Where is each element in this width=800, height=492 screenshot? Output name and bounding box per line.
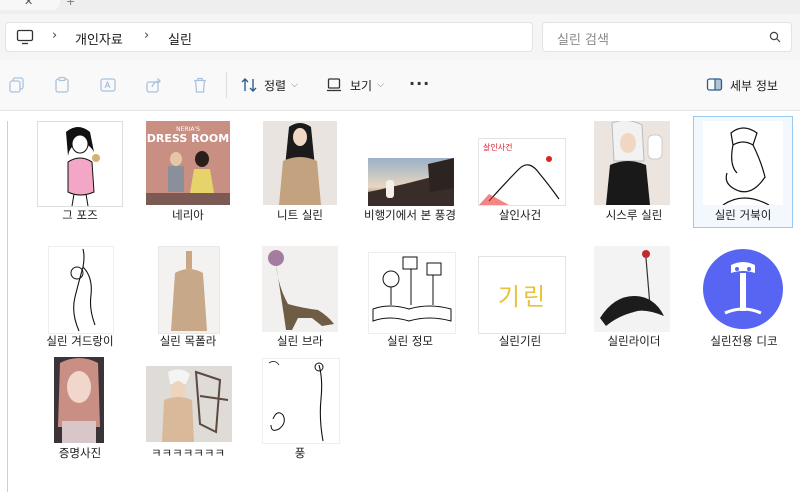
- file-name: 실린전용 디코: [710, 334, 778, 348]
- file-item[interactable]: 증명사진: [30, 357, 130, 465]
- file-item[interactable]: 비행기에서 본 풍경: [360, 116, 460, 241]
- thumbnail: [262, 246, 338, 332]
- chevron-down-icon: ⌵: [291, 80, 298, 90]
- file-name: 실린 거북이: [714, 208, 772, 222]
- file-item[interactable]: 시스루 실린: [584, 116, 684, 228]
- file-name: 증명사진: [58, 446, 102, 460]
- file-item[interactable]: 살인사건 살인사건: [470, 116, 570, 228]
- thumbnail: [703, 121, 783, 205]
- close-icon[interactable]: ✕: [24, 0, 33, 8]
- thumbnail: [262, 358, 340, 444]
- share-icon[interactable]: [145, 76, 163, 94]
- sort-label: 정렬: [264, 78, 287, 93]
- file-name: 실린 목폴라: [159, 334, 217, 348]
- breadcrumb-item[interactable]: 실린: [168, 29, 192, 48]
- file-name: 실린 겨드랑이: [46, 334, 114, 348]
- thumbnail: [594, 246, 670, 332]
- file-name: 그 포즈: [62, 208, 98, 222]
- file-item[interactable]: ㅋㅋㅋㅋㅋㅋㅋ: [138, 357, 238, 465]
- view-label: 보기: [350, 78, 373, 93]
- thumbnail-text: 살인사건: [483, 143, 513, 152]
- delete-icon[interactable]: [191, 76, 209, 94]
- thumbnail: [368, 252, 456, 334]
- computer-icon: [16, 29, 34, 45]
- chevron-right-icon: ›: [144, 28, 150, 43]
- file-item[interactable]: 실린 정모: [360, 244, 460, 356]
- command-bar: 정렬 ⌵ 보기 ⌵ ··· 세부 정보: [0, 60, 800, 111]
- file-name: 니트 실린: [277, 208, 323, 222]
- chevron-right-icon: ›: [52, 28, 58, 43]
- file-name: 실린 브라: [277, 334, 323, 348]
- search-placeholder: 실린 검색: [557, 33, 609, 48]
- file-item[interactable]: 실린라이더: [584, 244, 684, 356]
- file-name: 네리아: [172, 208, 204, 222]
- rename-icon[interactable]: [99, 76, 117, 94]
- tab-strip: ✕ +: [0, 0, 800, 14]
- breadcrumb-item[interactable]: 개인자료: [75, 29, 123, 48]
- new-tab-icon[interactable]: +: [66, 0, 75, 8]
- more-options-icon[interactable]: ···: [409, 74, 430, 93]
- file-name: 실린라이더: [607, 334, 661, 348]
- file-name: 실린기린: [498, 334, 542, 348]
- copy-icon[interactable]: [8, 76, 26, 94]
- thumbnail: 살인사건: [478, 138, 566, 206]
- thumbnail: [146, 366, 232, 442]
- view-icon: [327, 78, 341, 92]
- file-item-selected[interactable]: 실린 거북이: [693, 116, 793, 228]
- thumbnail: [594, 121, 670, 205]
- file-name: 살인사건: [498, 208, 542, 222]
- file-item[interactable]: 그 포즈: [30, 116, 130, 228]
- file-item[interactable]: 기린 실린기린: [470, 244, 570, 356]
- search-input[interactable]: 실린 검색: [542, 22, 792, 52]
- file-item[interactable]: 실린 겨드랑이: [30, 244, 130, 356]
- view-button[interactable]: 보기 ⌵: [326, 74, 384, 96]
- thumbnail: [263, 121, 337, 205]
- thumbnail: [368, 158, 454, 206]
- file-name: 비행기에서 본 풍경: [364, 208, 456, 222]
- thumbnail: [48, 246, 114, 334]
- file-view: 그 포즈 NERIA'S DRESS ROOM 네리아 니트 실린 비행기에서 …: [0, 111, 800, 492]
- thumbnail: [699, 247, 787, 331]
- address-bar[interactable]: › 개인자료 › 실린: [5, 22, 533, 52]
- thumbnail: [54, 357, 104, 443]
- file-name: 실린 정모: [387, 334, 433, 348]
- file-name: 풍: [294, 446, 306, 460]
- details-pane-icon: [706, 78, 723, 91]
- file-item[interactable]: 실린전용 디코: [694, 244, 794, 356]
- thumbnail: [158, 246, 220, 334]
- navigation-pane-edge: [7, 121, 8, 492]
- file-item[interactable]: 풍: [250, 357, 350, 465]
- thumbnail-text: 기린: [497, 283, 549, 311]
- toolbar-divider: [226, 72, 227, 98]
- search-icon[interactable]: [769, 31, 781, 43]
- address-row: › 개인자료 › 실린 실린 검색: [0, 14, 800, 60]
- sort-button[interactable]: 정렬 ⌵: [240, 74, 298, 96]
- chevron-down-icon: ⌵: [377, 80, 384, 90]
- sort-icon: [241, 78, 257, 92]
- thumbnail: [37, 121, 123, 207]
- details-button[interactable]: 세부 정보: [706, 74, 778, 96]
- thumbnail: NERIA'S DRESS ROOM: [146, 121, 230, 205]
- file-name: ㅋㅋㅋㅋㅋㅋㅋ: [150, 446, 226, 460]
- details-label: 세부 정보: [730, 78, 778, 93]
- tab-current[interactable]: ✕: [0, 0, 60, 10]
- file-item[interactable]: NERIA'S DRESS ROOM 네리아: [138, 116, 238, 228]
- file-name: 시스루 실린: [605, 208, 663, 222]
- file-item[interactable]: 실린 브라: [250, 244, 350, 356]
- thumbnail: 기린: [478, 256, 566, 334]
- file-item[interactable]: 니트 실린: [250, 116, 350, 228]
- paste-icon[interactable]: [53, 76, 71, 94]
- file-item[interactable]: 실린 목폴라: [138, 244, 238, 356]
